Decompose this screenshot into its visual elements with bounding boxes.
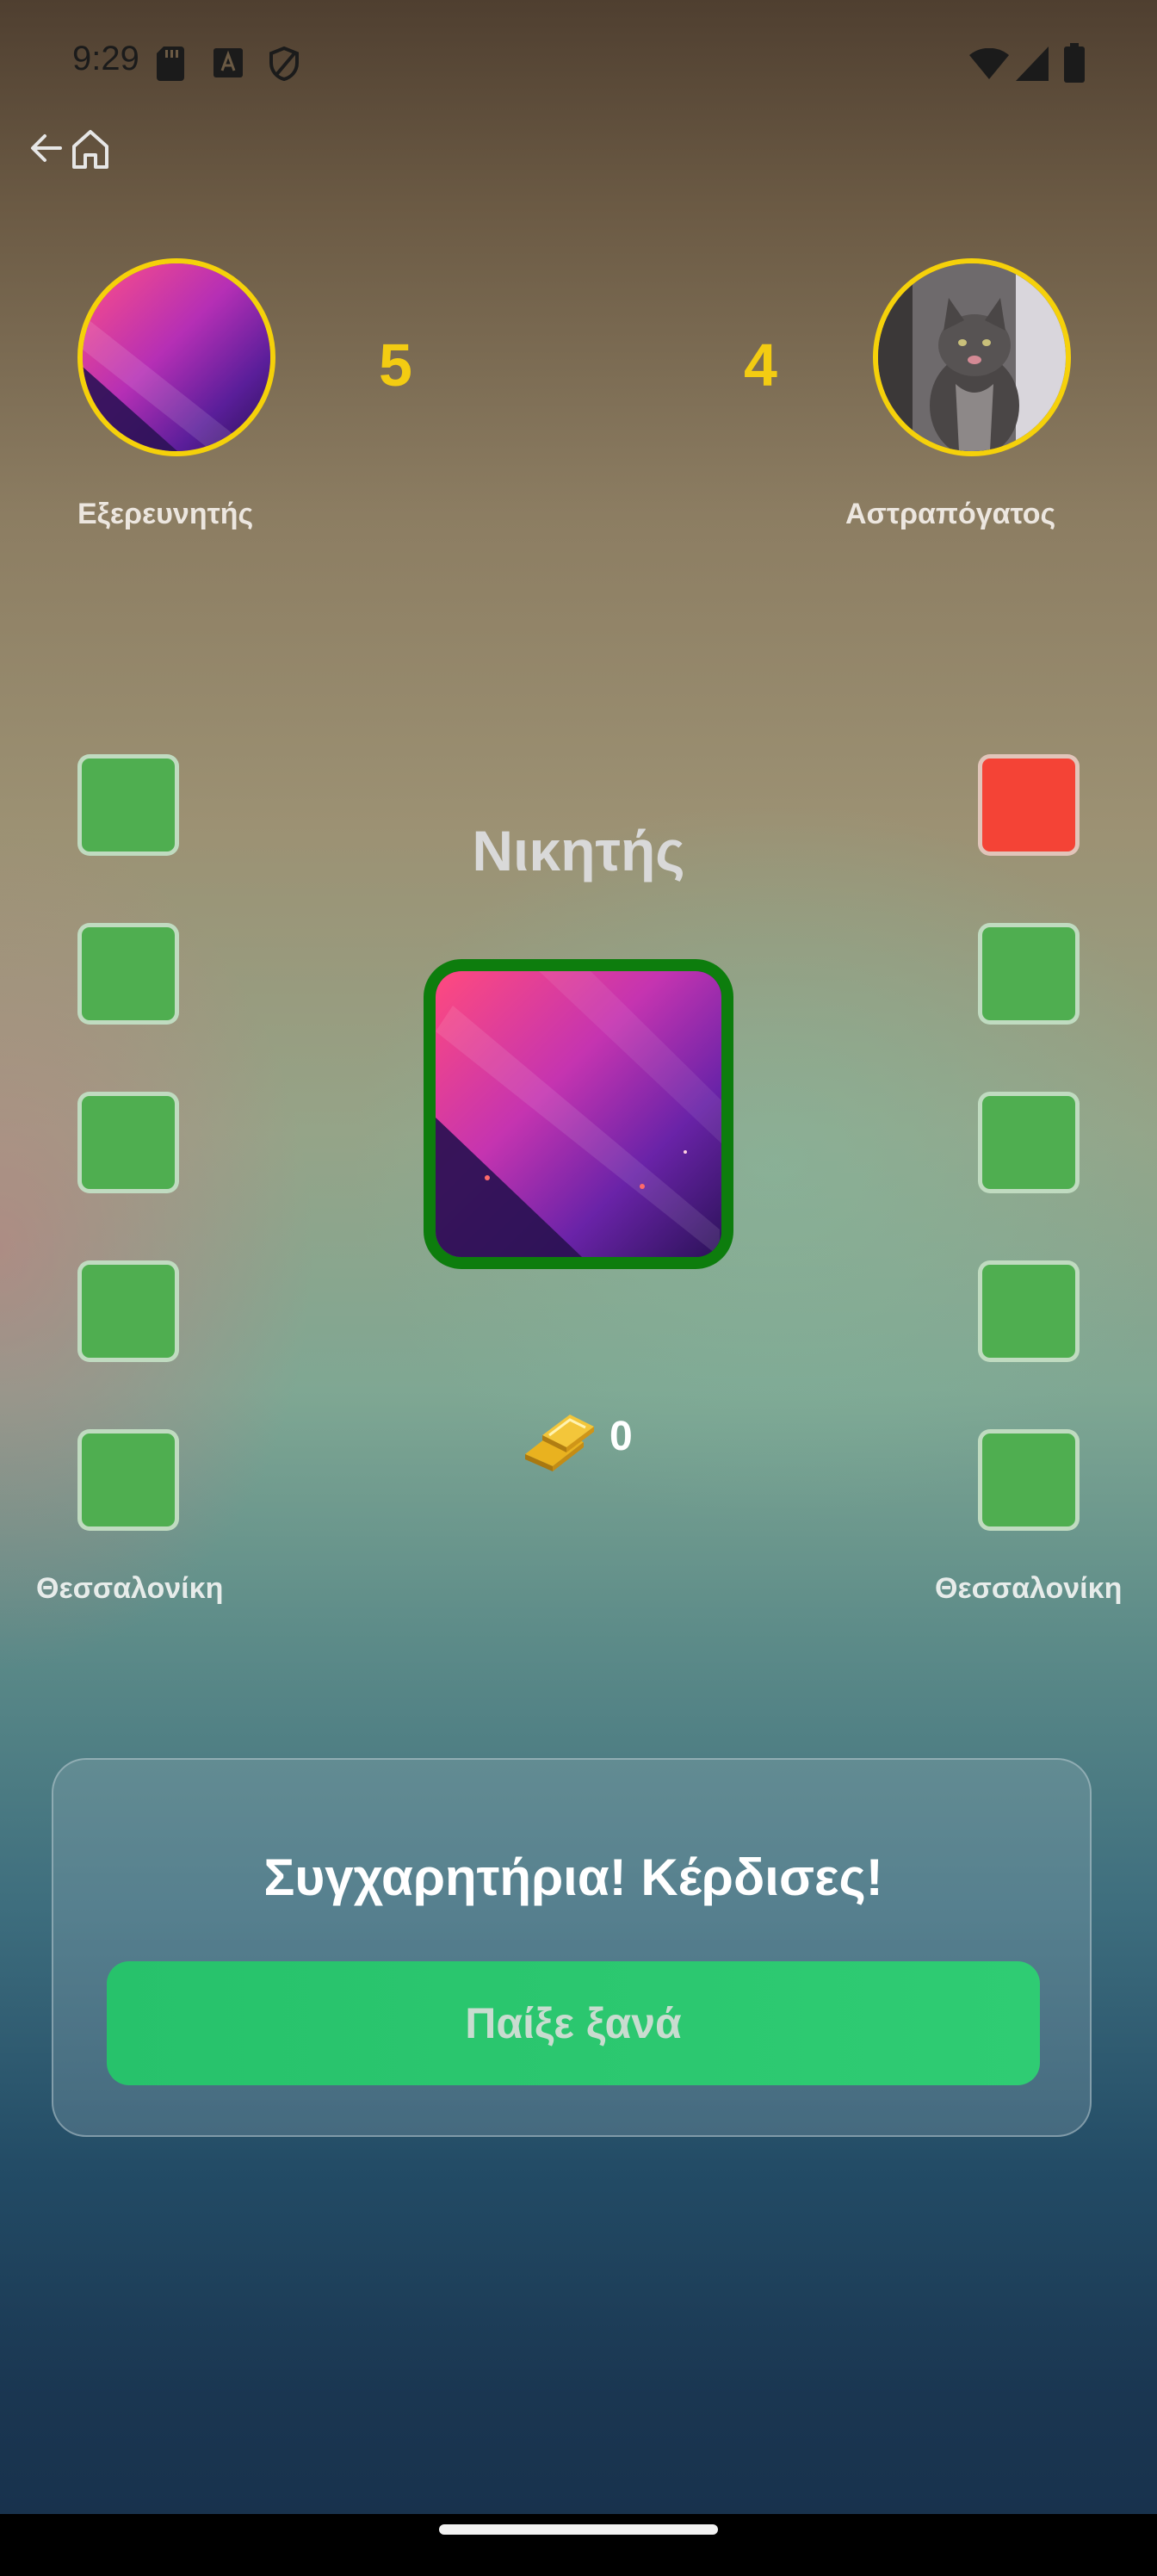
- play-again-button[interactable]: Παίξε ξανά: [107, 1961, 1040, 2085]
- winner-title: Νικητής: [472, 819, 685, 882]
- signal-icon: [1016, 46, 1049, 81]
- winner-avatar: [424, 959, 733, 1269]
- player-left-score: 5: [379, 331, 412, 399]
- wifi-icon: [969, 48, 1009, 79]
- gold-bars-icon: [525, 1415, 594, 1471]
- left-result-square-4: [77, 1260, 179, 1362]
- result-message: Συγχαρητήρια! Κέρδισες!: [263, 1848, 883, 1906]
- home-icon[interactable]: [69, 127, 112, 170]
- player-right-avatar: [873, 258, 1071, 456]
- right-result-square-4: [978, 1260, 1080, 1362]
- player-right-score: 4: [744, 331, 777, 399]
- system-nav-bar: [0, 2514, 1157, 2576]
- player-right-name: Αστραπόγατος: [845, 498, 1056, 530]
- home-gesture-handle[interactable]: [439, 2524, 718, 2535]
- player-left-name: Εξερευνητής: [77, 498, 254, 530]
- gold-count: 0: [609, 1414, 633, 1459]
- right-result-square-3: [978, 1092, 1080, 1193]
- status-bar: 9:29: [0, 0, 1157, 129]
- gold-reward: 0: [517, 1399, 689, 1477]
- top-nav: [26, 127, 121, 170]
- result-card: Συγχαρητήρια! Κέρδισες! Παίξε ξανά: [52, 1758, 1092, 2137]
- battery-icon: [1064, 43, 1085, 83]
- right-city-label: Θεσσαλονίκη: [935, 1572, 1123, 1605]
- shield-icon: [269, 46, 299, 81]
- back-arrow-icon[interactable]: [29, 129, 64, 167]
- left-city-label: Θεσσαλονίκη: [36, 1572, 224, 1605]
- left-result-square-3: [77, 1092, 179, 1193]
- left-result-square-5: [77, 1429, 179, 1531]
- sd-card-icon: [157, 46, 184, 81]
- left-result-square-2: [77, 923, 179, 1025]
- a-icon: [213, 48, 243, 77]
- player-left-avatar: [77, 258, 275, 456]
- status-time: 9:29: [72, 40, 139, 77]
- right-result-square-5: [978, 1429, 1080, 1531]
- right-result-square-2: [978, 923, 1080, 1025]
